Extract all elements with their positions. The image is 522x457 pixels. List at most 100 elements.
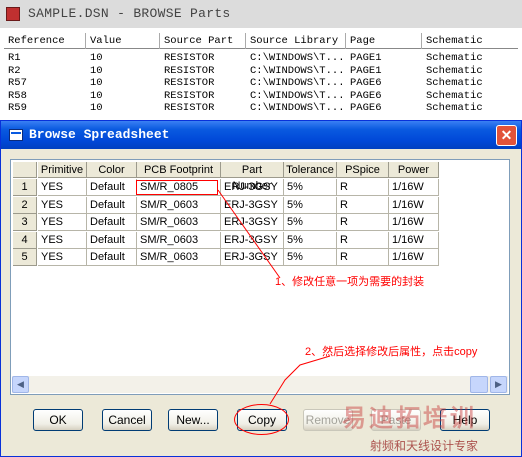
grid-cell-tolerance[interactable]: 5%	[284, 231, 337, 249]
grid-header-primitive[interactable]: Primitive	[38, 162, 87, 178]
column-header-value[interactable]: Value	[86, 33, 160, 49]
cell-source-library[interactable]: C:\WINDOWS\T...	[246, 52, 346, 65]
grid-cell-color[interactable]: Default	[87, 214, 137, 231]
grid-cell-color[interactable]: Default	[87, 249, 137, 266]
parts-table-row[interactable]: R2 10 RESISTOR C:\WINDOWS\T... PAGE1 Schemati…	[4, 65, 518, 78]
grid-header-color[interactable]: Color	[87, 162, 137, 178]
grid-header-power[interactable]: Power	[389, 162, 439, 178]
cell-schematic[interactable]: Schematic	[422, 77, 518, 90]
grid-cell-part-number[interactable]: ERJ-3GSY	[221, 231, 284, 249]
cell-page[interactable]: PAGE6	[346, 77, 422, 90]
scroll-left-icon[interactable]: ◀	[12, 376, 29, 393]
cell-schematic[interactable]: Schematic	[422, 90, 518, 103]
column-header-page[interactable]: Page	[346, 33, 422, 49]
grid-row-header[interactable]: 5	[13, 249, 37, 266]
horizontal-scrollbar[interactable]: ◀ ▶	[12, 376, 508, 393]
grid-cell-pspice[interactable]: R	[337, 249, 389, 266]
grid-cell-color[interactable]: Default	[87, 179, 137, 196]
parts-table-row[interactable]: R59 10 RESISTOR C:\WINDOWS\T... PAGE6 Schemat…	[4, 102, 518, 115]
grid-row-header[interactable]: 1	[13, 179, 37, 196]
background-window-titlebar: SAMPLE.DSN - BROWSE Parts	[0, 0, 522, 28]
grid-cell-tolerance[interactable]: 5%	[284, 179, 337, 196]
column-header-source-part[interactable]: Source Part	[160, 33, 246, 49]
grid-cell-primitive[interactable]: YES	[38, 231, 87, 249]
cell-source-library[interactable]: C:\WINDOWS\T...	[246, 77, 346, 90]
parts-table-row[interactable]: R58 10 RESISTOR C:\WINDOWS\T... PAGE6 Schemat…	[4, 90, 518, 103]
grid-cell-pspice[interactable]: R	[337, 196, 389, 214]
grid-cell-pspice[interactable]: R	[337, 179, 389, 196]
cell-source-part[interactable]: RESISTOR	[160, 65, 246, 78]
cell-value[interactable]: 10	[86, 102, 160, 115]
grid-cell-pspice[interactable]: R	[337, 231, 389, 249]
grid-header-pspice[interactable]: PSpice	[337, 162, 389, 178]
grid-cell-part-number[interactable]: ERJ-3GSY	[221, 196, 284, 214]
grid-header-pcb-footprint[interactable]: PCB Footprint	[137, 162, 221, 178]
scroll-right-icon[interactable]: ▶	[490, 376, 507, 393]
grid-header-part-number[interactable]: Part Number	[221, 162, 284, 192]
grid-cell-power[interactable]: 1/16W	[389, 231, 439, 249]
new-button[interactable]: New...	[168, 409, 218, 431]
cell-page[interactable]: PAGE1	[346, 52, 422, 65]
grid-cell-tolerance[interactable]: 5%	[284, 249, 337, 266]
cell-value[interactable]: 10	[86, 90, 160, 103]
cell-page[interactable]: PAGE6	[346, 90, 422, 103]
grid-row-header[interactable]: 4	[13, 231, 37, 249]
grid-corner[interactable]	[13, 162, 37, 178]
cell-reference[interactable]: R1	[4, 52, 86, 65]
grid-cell-part-number[interactable]: ERJ-3GSY	[221, 179, 284, 196]
cell-reference[interactable]: R58	[4, 90, 86, 103]
cell-source-part[interactable]: RESISTOR	[160, 90, 246, 103]
cell-source-part[interactable]: RESISTOR	[160, 102, 246, 115]
cell-page[interactable]: PAGE1	[346, 65, 422, 78]
cell-value[interactable]: 10	[86, 65, 160, 78]
cancel-button[interactable]: Cancel	[102, 409, 152, 431]
grid-cell-power[interactable]: 1/16W	[389, 249, 439, 266]
grid-cell-primitive[interactable]: YES	[38, 214, 87, 231]
grid-header-tolerance[interactable]: Tolerance	[284, 162, 337, 178]
grid-cell-primitive[interactable]: YES	[38, 179, 87, 196]
grid-cell-color[interactable]: Default	[87, 231, 137, 249]
cell-value[interactable]: 10	[86, 52, 160, 65]
grid-cell-color[interactable]: Default	[87, 196, 137, 214]
grid-row-header[interactable]: 3	[13, 214, 37, 231]
cell-source-library[interactable]: C:\WINDOWS\T...	[246, 90, 346, 103]
grid-cell-power[interactable]: 1/16W	[389, 179, 439, 196]
parts-table-row[interactable]: R1 10 RESISTOR C:\WINDOWS\T... PAGE1 Schemati…	[4, 52, 518, 65]
close-icon[interactable]: ✕	[496, 125, 517, 146]
grid-cell-power[interactable]: 1/16W	[389, 214, 439, 231]
grid-row-header[interactable]: 2	[13, 196, 37, 214]
grid-cell-primitive[interactable]: YES	[38, 249, 87, 266]
grid-cell-part-number[interactable]: ERJ-3GSY	[221, 214, 284, 231]
grid-cell-primitive[interactable]: YES	[38, 196, 87, 214]
scrollbar-thumb[interactable]	[470, 376, 488, 393]
cell-schematic[interactable]: Schematic	[422, 52, 518, 65]
grid-cell-pspice[interactable]: R	[337, 214, 389, 231]
cell-source-library[interactable]: C:\WINDOWS\T...	[246, 65, 346, 78]
cell-value[interactable]: 10	[86, 77, 160, 90]
cell-schematic[interactable]: Schematic	[422, 65, 518, 78]
cell-source-library[interactable]: C:\WINDOWS\T...	[246, 102, 346, 115]
grid-cell-pcb-footprint[interactable]: SM/R_0603	[137, 231, 221, 249]
column-header-reference[interactable]: Reference	[4, 33, 86, 49]
ok-button[interactable]: OK	[33, 409, 83, 431]
cell-source-part[interactable]: RESISTOR	[160, 52, 246, 65]
grid-cell-part-number[interactable]: ERJ-3GSY	[221, 249, 284, 266]
cell-reference[interactable]: R57	[4, 77, 86, 90]
grid-cell-pcb-footprint[interactable]: SM/R_0603	[137, 196, 221, 214]
cell-reference[interactable]: R2	[4, 65, 86, 78]
column-header-schematic[interactable]: Schematic	[422, 33, 518, 49]
parts-table-row[interactable]: R57 10 RESISTOR C:\WINDOWS\T... PAGE6 Schemat…	[4, 77, 518, 90]
dialog-titlebar[interactable]: Browse Spreadsheet ✕	[1, 121, 521, 149]
watermark-subtitle: 射频和天线设计专家	[370, 439, 479, 453]
spreadsheet-grid: Primitive Color PCB Footprint Part Number To…	[10, 159, 510, 395]
cell-page[interactable]: PAGE6	[346, 102, 422, 115]
grid-cell-tolerance[interactable]: 5%	[284, 196, 337, 214]
column-header-source-library[interactable]: Source Library	[246, 33, 346, 49]
grid-cell-pcb-footprint[interactable]: SM/R_0603	[137, 214, 221, 231]
cell-reference[interactable]: R59	[4, 102, 86, 115]
grid-cell-tolerance[interactable]: 5%	[284, 214, 337, 231]
cell-schematic[interactable]: Schematic	[422, 102, 518, 115]
grid-cell-pcb-footprint[interactable]: SM/R_0603	[137, 249, 221, 266]
cell-source-part[interactable]: RESISTOR	[160, 77, 246, 90]
grid-cell-power[interactable]: 1/16W	[389, 196, 439, 214]
